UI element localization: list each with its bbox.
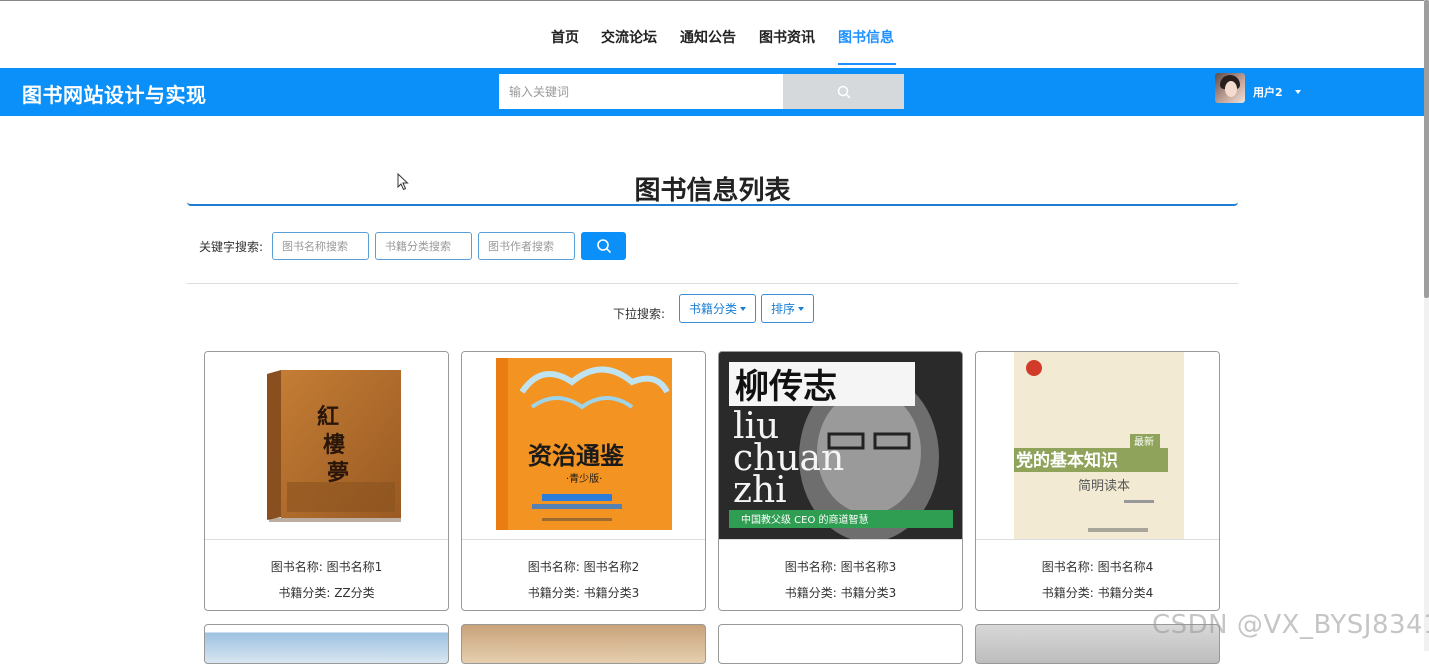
book-card[interactable] — [461, 624, 706, 664]
book-name: 图书名称: 图书名称3 — [784, 560, 897, 574]
section-divider — [187, 283, 1238, 284]
book-cover-image[interactable]: 紅 樓 夢 — [205, 352, 448, 539]
header-search-input[interactable] — [499, 74, 783, 109]
book-name: 图书名称: 图书名称1 — [270, 560, 383, 574]
book-card[interactable]: 资治通鉴 ·青少版· 图书名称: 图书名称2 书籍分类: 书籍分类3 — [461, 351, 706, 611]
nav-item-forum[interactable]: 交流论坛 — [601, 27, 657, 47]
cover-title: 资治通鉴 — [528, 441, 625, 470]
book-category: 书籍分类: 书籍分类3 — [527, 586, 640, 600]
cover-subtitle: 简明读本 — [1078, 478, 1130, 494]
book-category: 书籍分类: 书籍分类3 — [784, 586, 897, 600]
watermark: CSDN @VX_BYSJ8341 — [1152, 610, 1429, 640]
cover-word-3: zhi — [733, 470, 787, 511]
svg-text:紅: 紅 — [317, 404, 339, 430]
book-category: 书籍分类: ZZ分类 — [278, 586, 375, 600]
book-cover-image[interactable]: 党的基本知识 最新 简明读本 — [976, 352, 1219, 539]
header-search-button[interactable] — [783, 74, 904, 109]
book-cover-image[interactable]: 柳传志 liu chuan zhi 中国教父级 CEO 的商道智慧 — [719, 352, 962, 539]
chevron-down-icon — [740, 306, 746, 311]
search-icon — [837, 85, 851, 99]
nav-item-home[interactable]: 首页 — [551, 27, 579, 47]
book-card[interactable] — [204, 624, 449, 664]
cover-subtitle: ·青少版· — [566, 472, 602, 485]
cover-title: 柳传志 — [735, 367, 837, 407]
title-underline — [187, 202, 1238, 206]
nav-item-news[interactable]: 图书资讯 — [759, 27, 815, 47]
svg-text:夢: 夢 — [327, 460, 349, 486]
nav-item-book-info[interactable]: 图书信息 — [838, 27, 894, 47]
chevron-down-icon[interactable] — [1295, 90, 1301, 94]
chevron-down-icon — [798, 306, 804, 311]
cover-badge: 最新 — [1134, 435, 1154, 448]
book-name: 图书名称: 图书名称2 — [527, 560, 640, 574]
book-name: 图书名称: 图书名称4 — [1041, 560, 1154, 574]
page-scrollbar[interactable] — [1424, 0, 1429, 651]
scrollbar-thumb[interactable] — [1424, 0, 1429, 298]
cover-banner: 中国教父级 CEO 的商道智慧 — [741, 513, 869, 526]
keyword-search-button[interactable] — [581, 232, 626, 260]
book-card[interactable] — [718, 624, 963, 664]
username[interactable]: 用户2 — [1253, 84, 1283, 100]
dropdown-search-label: 下拉搜索: — [613, 307, 666, 321]
book-category-search-input[interactable] — [375, 232, 472, 260]
book-card[interactable]: 柳传志 liu chuan zhi 中国教父级 CEO 的商道智慧 图书名称: … — [718, 351, 963, 611]
search-icon — [596, 239, 611, 254]
sort-dropdown-label: 排序 — [770, 302, 795, 316]
book-author-search-input[interactable] — [478, 232, 575, 260]
category-dropdown[interactable]: 书籍分类 — [679, 294, 756, 323]
book-cover-image[interactable]: 资治通鉴 ·青少版· — [462, 352, 705, 539]
book-category: 书籍分类: 书籍分类4 — [1041, 586, 1154, 600]
book-card[interactable]: 紅 樓 夢 图书名称: 图书名称1 书籍分类: ZZ分类 — [204, 351, 449, 611]
user-avatar[interactable] — [1215, 73, 1245, 103]
top-nav: 首页 交流论坛 通知公告 图书资讯 图书信息 — [0, 0, 1429, 68]
nav-active-indicator — [838, 63, 896, 65]
keyword-search-label: 关键字搜索: — [199, 240, 264, 254]
site-title[interactable]: 图书网站设计与实现 — [22, 79, 207, 108]
svg-text:樓: 樓 — [323, 432, 345, 458]
nav-item-notice[interactable]: 通知公告 — [680, 27, 736, 47]
category-dropdown-label: 书籍分类 — [688, 302, 737, 316]
site-header: 图书网站设计与实现 用户2 — [0, 68, 1424, 116]
cover-title: 党的基本知识 — [1016, 450, 1118, 471]
sort-dropdown[interactable]: 排序 — [761, 294, 814, 323]
book-name-search-input[interactable] — [272, 232, 369, 260]
book-card[interactable]: 党的基本知识 最新 简明读本 图书名称: 图书名称4 书籍分类: 书籍分类4 — [975, 351, 1220, 611]
